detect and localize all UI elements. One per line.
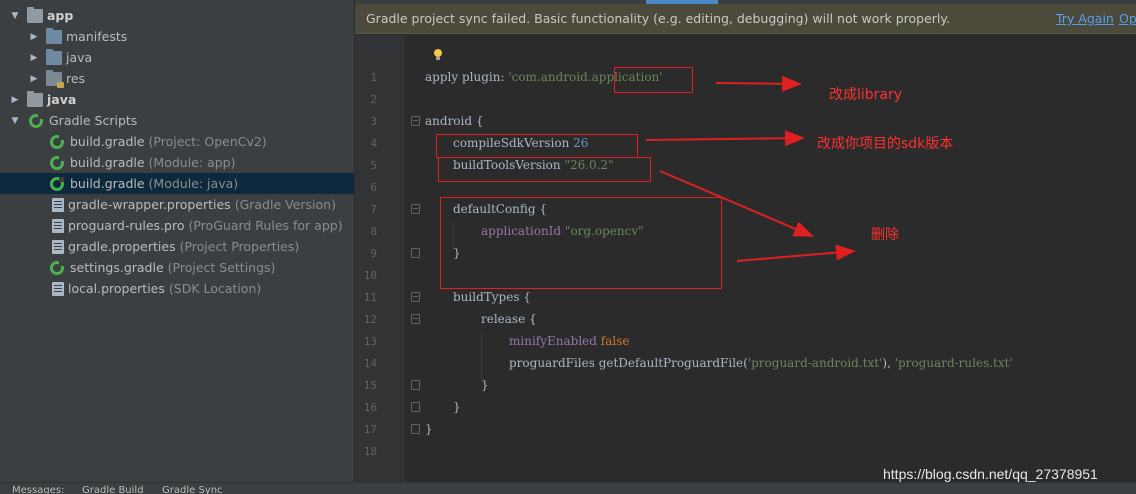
tree-item-res[interactable]: ▶ res	[0, 68, 354, 89]
tree-item-gradle-scripts[interactable]: ▼ Gradle Scripts	[0, 110, 354, 131]
banner-message: Gradle project sync failed. Basic functi…	[366, 11, 950, 26]
line-number: 7	[370, 203, 377, 216]
fold-toggle-icon[interactable]	[411, 116, 420, 126]
line-number: 3	[370, 115, 377, 128]
line-number: 18	[363, 445, 377, 458]
code-line-15: }	[481, 378, 489, 392]
indent-guide	[481, 330, 482, 380]
tree-item-manifests[interactable]: ▶ manifests	[0, 26, 354, 47]
folder-icon	[27, 90, 43, 107]
tab-messages[interactable]: Messages:	[12, 485, 64, 494]
code-line-13: minifyEnabled false	[509, 334, 630, 348]
fold-end-icon[interactable]	[411, 380, 420, 390]
code-line-14: proguardFiles getDefaultProguardFile('pr…	[509, 356, 1013, 370]
gradle-icon	[50, 155, 64, 170]
code-line-12: release {	[481, 312, 537, 326]
sync-failed-banner: Gradle project sync failed. Basic functi…	[355, 4, 1136, 34]
code-line-17: }	[425, 422, 433, 436]
line-number: 12	[363, 313, 377, 326]
gradle-icon	[50, 176, 64, 191]
fold-end-icon[interactable]	[411, 424, 420, 434]
line-number: 13	[363, 335, 377, 348]
tree-item-app[interactable]: ▼ app	[0, 5, 354, 26]
try-again-link[interactable]: Try Again	[1056, 11, 1114, 26]
tree-item-proguard-rules[interactable]: proguard-rules.pro (ProGuard Rules for a…	[0, 215, 354, 236]
tree-item-build-gradle-java[interactable]: build.gradle (Module: java)	[0, 173, 354, 194]
properties-file-icon	[52, 218, 64, 233]
line-number: 2	[370, 93, 377, 106]
chevron-right-icon[interactable]: ▶	[28, 68, 40, 89]
gradle-icon	[50, 134, 64, 149]
line-number: 6	[370, 181, 377, 194]
code-line-11: buildTypes {	[453, 290, 531, 304]
chevron-down-icon[interactable]: ▼	[9, 5, 21, 26]
project-tree-panel: ▼ app ▶ manifests ▶ java ▶ res ▶ java ▼ …	[0, 0, 354, 482]
line-number: 16	[363, 401, 377, 414]
fold-end-icon[interactable]	[411, 248, 420, 258]
tab-gradle-build[interactable]: Gradle Build	[82, 485, 144, 494]
fold-end-icon[interactable]	[411, 402, 420, 412]
chevron-down-icon[interactable]: ▼	[9, 110, 21, 131]
annotation-note-delete: 删除	[871, 227, 899, 243]
line-number: 9	[370, 247, 377, 260]
chevron-right-icon[interactable]: ▶	[9, 89, 21, 110]
properties-file-icon	[52, 281, 64, 296]
tree-item-local-properties[interactable]: local.properties (SDK Location)	[0, 278, 354, 299]
tree-item-settings-gradle[interactable]: settings.gradle (Project Settings)	[0, 257, 354, 278]
annotation-note-sdk-version: 改成你项目的sdk版本	[817, 136, 954, 152]
annotation-box-compile-sdk	[436, 134, 638, 158]
line-number: 4	[370, 137, 377, 150]
line-number: 5	[370, 159, 377, 172]
line-number: 11	[363, 291, 377, 304]
tree-item-build-gradle-project[interactable]: build.gradle (Project: OpenCv2)	[0, 131, 354, 152]
tree-item-gradle-wrapper[interactable]: gradle-wrapper.properties (Gradle Versio…	[0, 194, 354, 215]
tree-item-build-gradle-app[interactable]: build.gradle (Module: app)	[0, 152, 354, 173]
line-number: 15	[363, 379, 377, 392]
lightbulb-icon[interactable]	[433, 49, 443, 61]
gradle-icon	[50, 260, 64, 275]
fold-toggle-icon[interactable]	[411, 204, 420, 214]
tab-gradle-sync[interactable]: Gradle Sync	[162, 485, 223, 494]
line-number-gutter: 1 2 3 4 5 6 7 8 9 10 11 12 13 14 15 16 1…	[355, 35, 405, 482]
fold-toggle-icon[interactable]	[411, 292, 420, 302]
gradle-icon	[29, 113, 43, 128]
line-number: 8	[370, 225, 377, 238]
chevron-right-icon[interactable]: ▶	[28, 26, 40, 47]
open-file-link[interactable]: Ope	[1119, 11, 1136, 26]
properties-file-icon	[52, 197, 64, 212]
tree-item-gradle-properties[interactable]: gradle.properties (Project Properties)	[0, 236, 354, 257]
chevron-right-icon[interactable]: ▶	[28, 47, 40, 68]
res-folder-icon	[46, 69, 64, 88]
properties-file-icon	[52, 239, 64, 254]
folder-icon	[46, 48, 62, 65]
annotation-note-library: 改成library	[829, 87, 903, 103]
folder-icon	[46, 27, 62, 44]
annotation-box-build-tools	[438, 157, 651, 182]
fold-toggle-icon[interactable]	[411, 314, 420, 324]
bottom-tool-bar: Messages: Gradle Build Gradle Sync	[0, 482, 1136, 494]
folder-icon	[27, 6, 43, 23]
tree-item-java-module[interactable]: ▶ java	[0, 89, 354, 110]
tree-item-java-src[interactable]: ▶ java	[0, 47, 354, 68]
line-number: 1	[370, 71, 377, 84]
line-number: 10	[363, 269, 377, 282]
line-number: 14	[363, 357, 377, 370]
annotation-box-default-config	[440, 197, 722, 289]
code-line-3: android {	[425, 114, 484, 128]
annotation-box-application	[614, 67, 693, 93]
code-line-16: }	[453, 400, 461, 414]
line-number: 17	[363, 423, 377, 436]
watermark-text: https://blog.csdn.net/qq_27378951	[883, 466, 1098, 482]
